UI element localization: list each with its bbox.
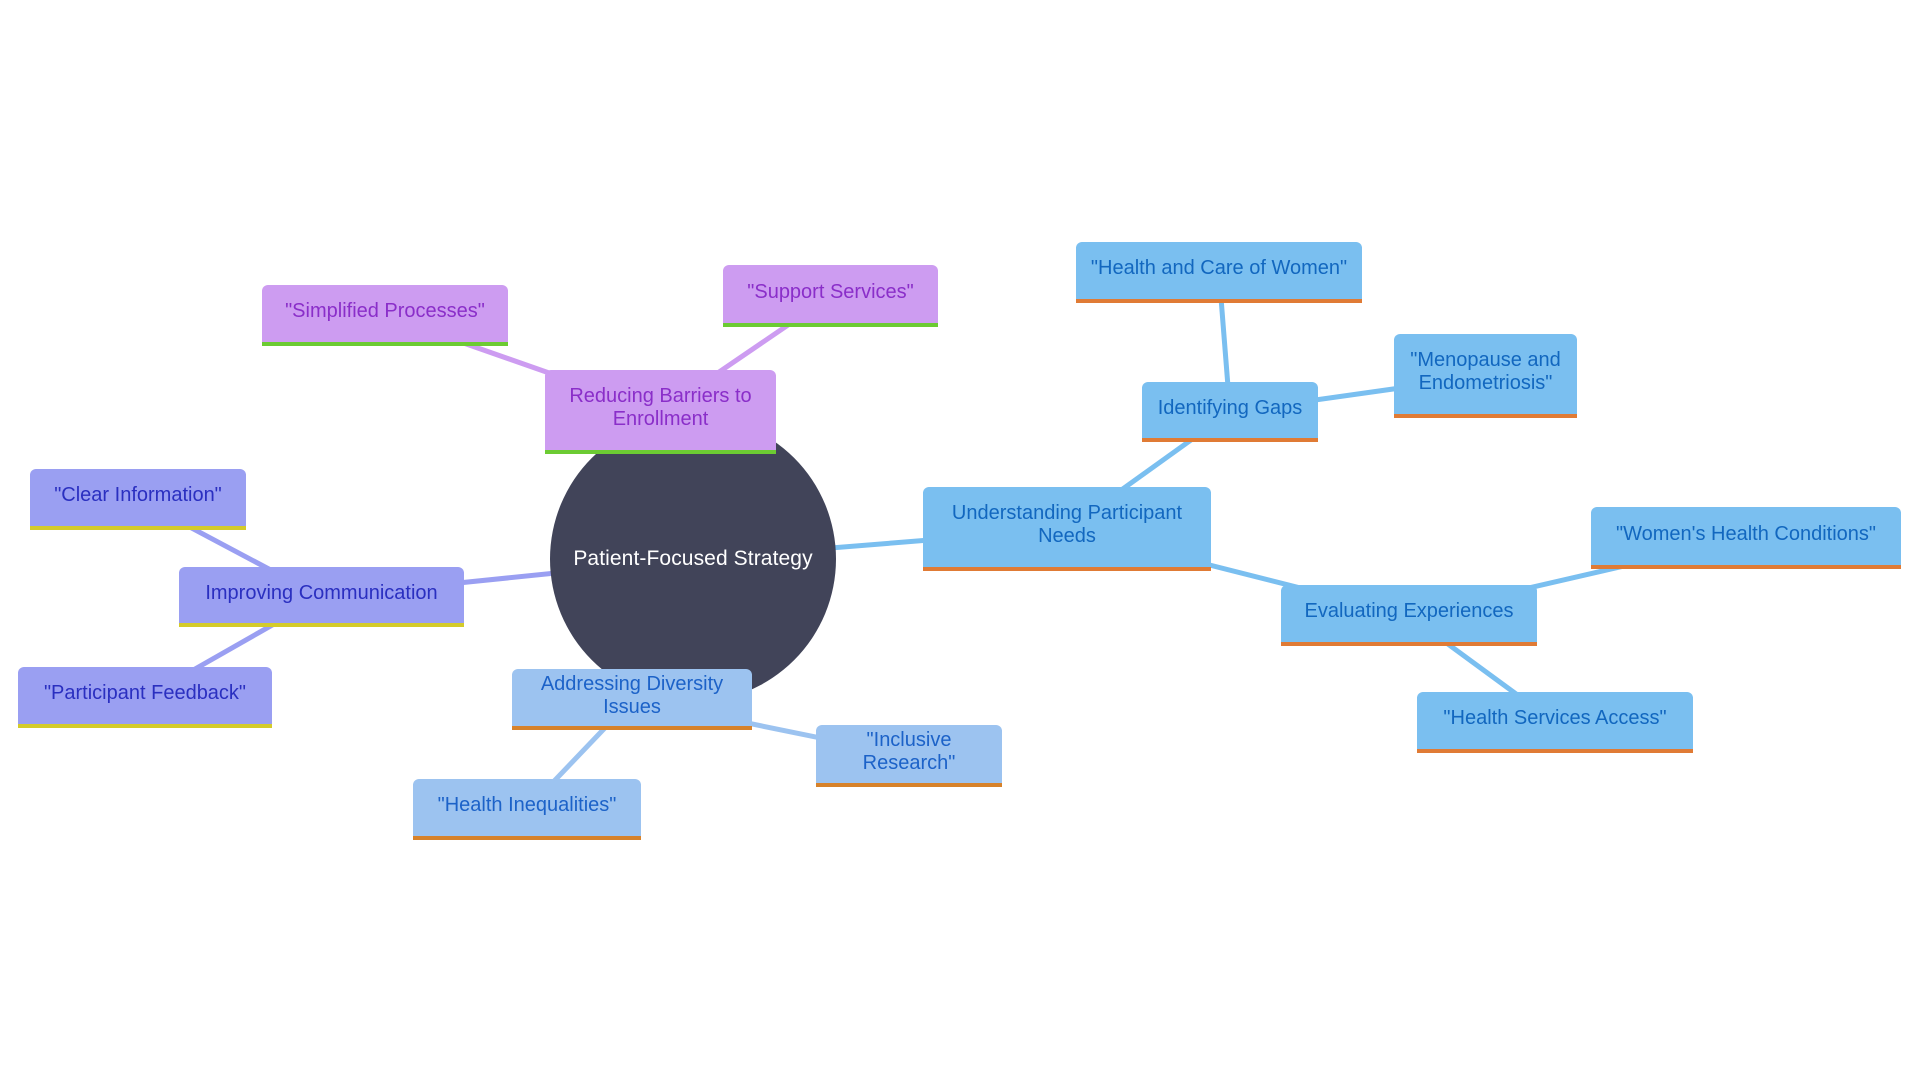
node-label: "Menopause and Endometriosis" <box>1410 349 1561 394</box>
node-label: "Women's Health Conditions" <box>1616 522 1876 545</box>
node-clear-information[interactable]: "Clear Information" <box>30 469 246 530</box>
node-inclusive-research[interactable]: "Inclusive Research" <box>816 725 1002 787</box>
node-support-services[interactable]: "Support Services" <box>723 265 938 327</box>
node-label: Understanding Participant Needs <box>951 502 1183 547</box>
node-label: "Inclusive Research" <box>862 729 956 774</box>
node-label: Reducing Barriers to Enrollment <box>569 385 752 430</box>
node-label: Identifying Gaps <box>1157 396 1303 419</box>
node-health-inequalities[interactable]: "Health Inequalities" <box>413 779 641 840</box>
node-label: "Health and Care of Women" <box>1090 257 1348 279</box>
node-simplified-processes[interactable]: "Simplified Processes" <box>262 285 508 346</box>
node-label: "Simplified Processes" <box>285 300 485 322</box>
node-understanding-participant-needs[interactable]: Understanding Participant Needs <box>923 487 1211 571</box>
node-womens-health-conditions[interactable]: "Women's Health Conditions" <box>1591 507 1901 569</box>
node-evaluating-experiences[interactable]: Evaluating Experiences <box>1281 585 1537 646</box>
node-label: "Support Services" <box>747 280 914 303</box>
node-label: "Clear Information" <box>54 484 222 506</box>
node-improving-communication[interactable]: Improving Communication <box>179 567 464 627</box>
node-reducing-barriers[interactable]: Reducing Barriers to Enrollment <box>545 370 776 454</box>
node-identifying-gaps[interactable]: Identifying Gaps <box>1142 382 1318 442</box>
node-participant-feedback[interactable]: "Participant Feedback" <box>18 667 272 728</box>
node-label: Addressing Diversity Issues <box>540 672 724 718</box>
root-node-label: Patient-Focused Strategy <box>573 547 813 570</box>
node-label: Improving Communication <box>205 581 438 604</box>
node-health-services-access[interactable]: "Health Services Access" <box>1417 692 1693 753</box>
root-node-patient-focused-strategy[interactable]: Patient-Focused Strategy <box>550 416 836 702</box>
node-label: "Participant Feedback" <box>43 682 247 704</box>
node-label: Evaluating Experiences <box>1304 600 1514 622</box>
node-label: "Health Inequalities" <box>437 794 617 816</box>
node-health-and-care-of-women[interactable]: "Health and Care of Women" <box>1076 242 1362 303</box>
node-addressing-diversity-issues[interactable]: Addressing Diversity Issues <box>512 669 752 730</box>
node-label: "Health Services Access" <box>1443 707 1667 729</box>
node-menopause-and-endometriosis[interactable]: "Menopause and Endometriosis" <box>1394 334 1577 418</box>
